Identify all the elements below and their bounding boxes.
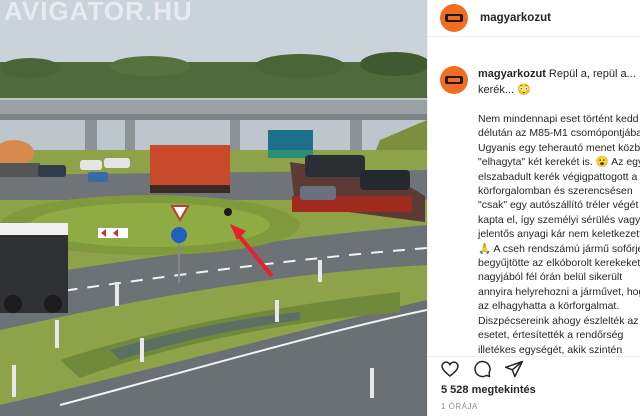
post-timestamp[interactable]: 1 ÓRÁJA xyxy=(441,402,478,411)
media-watermark: AVIGATOR.HU xyxy=(4,0,193,26)
share-icon[interactable] xyxy=(504,359,524,379)
magyar-kozut-logo-icon xyxy=(445,14,463,22)
caption-avatar[interactable] xyxy=(440,66,468,94)
post-header: magyarkozut xyxy=(428,0,640,37)
caption-username[interactable]: magyarkozut xyxy=(478,68,546,80)
caption-area: magyarkozut Repül a, repül a... kerék...… xyxy=(428,60,640,362)
post-media[interactable]: AVIGATOR.HU xyxy=(0,0,427,416)
view-count: 5 528 megtekintés xyxy=(441,384,536,396)
avatar[interactable] xyxy=(440,4,468,32)
heart-icon[interactable] xyxy=(440,359,460,379)
magyar-kozut-logo-icon xyxy=(445,76,463,84)
header-username[interactable]: magyarkozut xyxy=(480,12,551,24)
action-bar xyxy=(428,356,640,379)
highway-scene-image xyxy=(0,0,427,416)
caption-body: Nem mindennapi eset történt kedd délután… xyxy=(478,113,640,356)
post-panel: magyarkozut magyarkozut Repül a, repül a… xyxy=(427,0,640,416)
caption-header: magyarkozut Repül a, repül a... kerék...… xyxy=(478,66,640,98)
comment-icon[interactable] xyxy=(472,359,492,379)
